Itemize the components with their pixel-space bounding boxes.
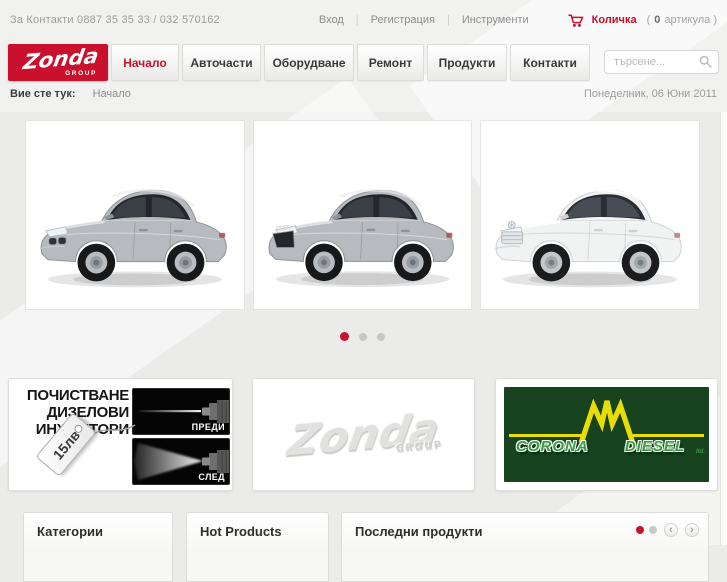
login-link[interactable]: Вход [319,14,344,26]
before-label: ПРЕДИ [191,422,225,432]
injector-line-1: ПОЧИСТВАНЕ [26,387,129,404]
carousel-slide-mercedes[interactable] [480,120,700,310]
latest-products-controls: ‹ › [636,523,699,537]
page-date: Понеделник, 06 Юни 2011 [583,88,717,100]
diesel-text: DIESEL [624,438,685,455]
latest-products-box: Последни продукти ‹ › [341,512,709,582]
cart-count-value: 0 [654,14,661,26]
nav-tab-home[interactable]: Начало [111,44,179,81]
zonda-ghost-logo: Zonda GROUP [253,379,474,490]
nav-tab-autoparts[interactable]: Авточасти [182,44,261,81]
carousel-slide-audi[interactable] [253,120,472,310]
carousel-dot-2[interactable] [359,332,367,341]
divider: | [446,14,450,26]
injector-after-image: СЛЕД [132,438,230,485]
categories-title: Категории [37,524,104,539]
chevron-right-icon[interactable]: › [685,523,699,537]
breadcrumb-current[interactable]: Начало [93,88,131,100]
banner-corona-diesel[interactable]: CORONA DIESEL ltd. [495,378,718,491]
injector-before-image: ПРЕДИ [132,388,230,435]
contact-phone-text: За Контакти 0887 35 35 33 / 032 570162 [10,14,220,26]
nav-tab-products[interactable]: Продукти [427,44,507,81]
divider: | [355,14,359,26]
topbar: За Контакти 0887 35 35 33 / 032 570162 В… [0,0,727,40]
breadcrumb: Вие сте тук: Начало [10,88,131,100]
tools-link[interactable]: Инструменти [462,14,529,26]
breadcrumb-label: Вие сте тук: [10,88,76,100]
corona-diesel-logo: CORONA DIESEL ltd. [504,387,709,482]
register-link[interactable]: Регистрация [371,14,435,26]
topbar-right: Вход | Регистрация | Инструменти Количка… [307,13,717,28]
after-label: СЛЕД [198,472,225,482]
latest-dot-2[interactable] [649,526,657,534]
car-image-silver-audi [268,189,454,288]
cart-count: ( 0 артикула ) [647,14,717,26]
chevron-left-icon[interactable]: ‹ [664,523,678,537]
carousel-dots [340,332,385,341]
main-navigation: Zonda GROUP Начало Авточасти Оборудване … [8,44,719,81]
banner-injector-cleaning[interactable]: ПОЧИСТВАНЕ ДИЗЕЛОВИ ИНЖЕКТОРИ ПРЕДИ [8,378,233,491]
carousel-dot-1[interactable] [340,332,349,341]
nav-tab-repair[interactable]: Ремонт [357,44,424,81]
carousel-slide-bmw[interactable] [25,120,245,310]
nav-tab-contacts[interactable]: Контакти [510,44,590,81]
cart-count-suffix: артикула ) [664,14,717,26]
car-image-white-mercedes [494,189,682,288]
logo-subtext: GROUP [65,70,97,77]
banner-zonda-logo[interactable]: Zonda GROUP [252,378,475,491]
latest-dot-1[interactable] [636,526,644,534]
page-right-edge [720,112,727,545]
nav-tab-equipment[interactable]: Оборудване [264,44,354,81]
hot-products-box: Hot Products [186,512,329,582]
corona-text: CORONA [516,438,589,455]
account-links: Вход | Регистрация | Инструменти [307,14,541,26]
cart-count-open: ( [646,14,651,26]
carousel-dot-3[interactable] [377,332,385,341]
nav-tabs: Начало Авточасти Оборудване Ремонт Проду… [108,44,590,81]
categories-box: Категории [23,512,173,582]
zonda-ghost-text: Zonda GROUP [284,404,442,466]
corona-ltd-text: ltd. [696,449,705,455]
search-box [604,50,719,74]
breadcrumb-row: Вие сте тук: Начало Понеделник, 06 Юни 2… [10,88,717,100]
cart-button[interactable]: Количка ( 0 артикула ) [567,13,717,28]
cart-icon [568,13,583,27]
hot-products-title: Hot Products [200,524,282,539]
car-image-silver-bmw [39,189,227,288]
zonda-ghost-word: Zonda [284,403,443,466]
search-icon[interactable] [699,55,712,68]
cart-label: Количка [591,14,637,26]
logo[interactable]: Zonda GROUP [8,44,108,81]
